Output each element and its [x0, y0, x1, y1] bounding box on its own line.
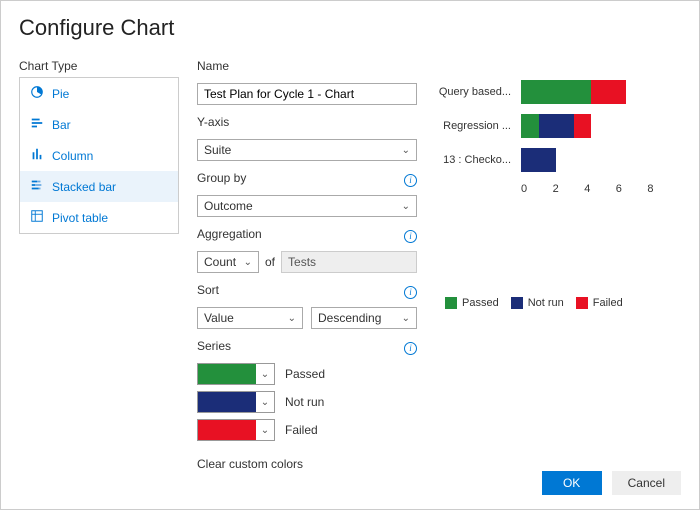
chart-bar: [521, 114, 655, 138]
legend-label: Not run: [528, 297, 564, 309]
info-icon[interactable]: i: [404, 230, 417, 243]
info-icon[interactable]: i: [404, 174, 417, 187]
chart-tick: 6: [616, 183, 648, 195]
chart-type-pivot-table[interactable]: Pivot table: [20, 202, 178, 233]
legend-item: Not run: [511, 297, 564, 309]
chart-type-stacked-bar[interactable]: Stacked bar: [20, 171, 178, 202]
chart-segment: [521, 80, 591, 104]
sort-by-select[interactable]: Value ⌄: [197, 307, 303, 329]
series-color-select[interactable]: ⌄: [197, 363, 275, 385]
chart-type-label: Bar: [52, 118, 71, 132]
chart-segment: [574, 114, 592, 138]
groupby-select[interactable]: Outcome ⌄: [197, 195, 417, 217]
legend-label: Passed: [462, 297, 499, 309]
legend-item: Failed: [576, 297, 623, 309]
series-name: Not run: [285, 395, 324, 409]
sort-dir-select[interactable]: Descending ⌄: [311, 307, 417, 329]
chart-type-label: Stacked bar: [52, 180, 116, 194]
legend-label: Failed: [593, 297, 623, 309]
chart-segment: [591, 80, 626, 104]
info-icon[interactable]: i: [404, 342, 417, 355]
yaxis-label: Y-axis: [197, 115, 229, 129]
chart-type-column[interactable]: Column: [20, 140, 178, 171]
chart-tick: 0: [521, 183, 553, 195]
chart-legend: Passed Not run Failed: [445, 297, 681, 309]
legend-swatch: [511, 297, 523, 309]
chart-tick: 4: [584, 183, 616, 195]
yaxis-value: Suite: [204, 143, 231, 157]
chevron-down-icon: ⌄: [288, 313, 296, 324]
chart-tick: 2: [553, 183, 585, 195]
sort-by-value: Value: [204, 311, 234, 325]
clear-custom-colors-link[interactable]: Clear custom colors: [197, 457, 417, 471]
series-name: Failed: [285, 423, 318, 437]
chart-segment: [539, 114, 574, 138]
info-icon[interactable]: i: [404, 286, 417, 299]
aggregation-field: Tests: [281, 251, 417, 273]
bar-icon: [30, 116, 44, 133]
chart-bar: [521, 80, 655, 104]
sort-label: Sort: [197, 283, 219, 297]
series-label: Series: [197, 339, 231, 353]
legend-item: Passed: [445, 297, 499, 309]
sort-dir-value: Descending: [318, 311, 381, 325]
chevron-down-icon: ⌄: [402, 313, 410, 324]
chart-bar-row: Regression ...: [435, 109, 655, 143]
aggregation-value: Count: [204, 255, 236, 269]
chart-bar-row: 13 : Checko...: [435, 143, 655, 177]
chart-type-label: Column: [52, 149, 93, 163]
yaxis-select[interactable]: Suite ⌄: [197, 139, 417, 161]
aggregation-select[interactable]: Count ⌄: [197, 251, 259, 273]
chart-tick: 8: [647, 183, 679, 195]
column-icon: [30, 147, 44, 164]
color-swatch: [198, 392, 256, 412]
chart-type-label: Pivot table: [52, 211, 108, 225]
chevron-down-icon: ⌄: [402, 201, 410, 212]
chevron-down-icon: ⌄: [256, 425, 274, 436]
chart-category-label: Regression ...: [435, 120, 515, 132]
chart-type-pie[interactable]: Pie: [20, 78, 178, 109]
chart-preview: Query based... Regression ... 13 : Checko.…: [435, 75, 655, 285]
series-row: ⌄ Not run: [197, 391, 417, 413]
pie-icon: [30, 85, 44, 102]
series-color-select[interactable]: ⌄: [197, 391, 275, 413]
series-color-select[interactable]: ⌄: [197, 419, 275, 441]
groupby-label: Group by: [197, 171, 246, 185]
name-label: Name: [197, 59, 417, 73]
chevron-down-icon: ⌄: [256, 397, 274, 408]
series-row: ⌄ Failed: [197, 419, 417, 441]
chart-category-label: Query based...: [435, 86, 515, 98]
color-swatch: [198, 420, 256, 440]
chevron-down-icon: ⌄: [244, 257, 252, 268]
dialog-title: Configure Chart: [19, 15, 681, 41]
chevron-down-icon: ⌄: [402, 145, 410, 156]
stacked-bar-icon: [30, 178, 44, 195]
cancel-button[interactable]: Cancel: [612, 471, 681, 495]
legend-swatch: [576, 297, 588, 309]
ok-button[interactable]: OK: [542, 471, 602, 495]
aggregation-of-label: of: [265, 255, 275, 269]
chart-type-label: Chart Type: [19, 59, 179, 73]
name-input[interactable]: [197, 83, 417, 105]
chart-segment: [521, 148, 556, 172]
chevron-down-icon: ⌄: [256, 369, 274, 380]
chart-bar: [521, 148, 655, 172]
chart-segment: [521, 114, 539, 138]
chart-type-bar[interactable]: Bar: [20, 109, 178, 140]
series-row: ⌄ Passed: [197, 363, 417, 385]
pivot-table-icon: [30, 209, 44, 226]
chart-bar-row: Query based...: [435, 75, 655, 109]
aggregation-label: Aggregation: [197, 227, 262, 241]
chart-type-list: Pie Bar Column Stacked bar Pivot table: [19, 77, 179, 234]
chart-category-label: 13 : Checko...: [435, 154, 515, 166]
series-name: Passed: [285, 367, 325, 381]
chart-type-label: Pie: [52, 87, 69, 101]
color-swatch: [198, 364, 256, 384]
legend-swatch: [445, 297, 457, 309]
groupby-value: Outcome: [204, 199, 253, 213]
